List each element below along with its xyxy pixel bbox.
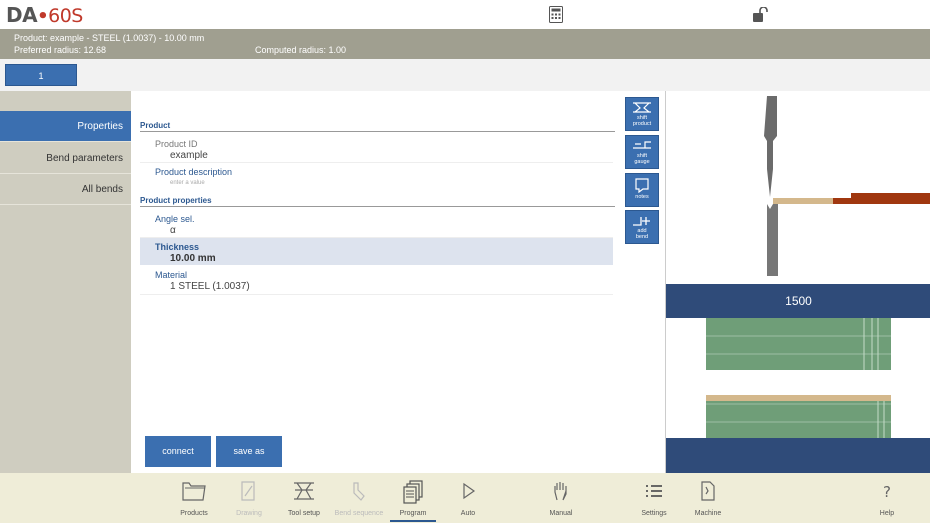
nav-machine[interactable]: Machine bbox=[678, 473, 738, 523]
computed-radius: Computed radius: 1.00 bbox=[255, 45, 347, 55]
nav-bend-sequence-label: Bend sequence bbox=[334, 510, 384, 517]
product-id-label: Product ID bbox=[155, 139, 198, 149]
nav-tool-setup[interactable]: Tool setup bbox=[274, 473, 334, 523]
svg-text:?: ? bbox=[883, 483, 891, 501]
nav-manual-label: Manual bbox=[549, 510, 573, 517]
bend-tab-row: 1 bbox=[0, 59, 930, 91]
connect-button[interactable]: connect bbox=[145, 436, 211, 467]
nav-drawing[interactable]: Drawing bbox=[219, 473, 279, 523]
preferred-radius: Preferred radius: 12.68 bbox=[14, 45, 107, 55]
unlock-icon[interactable] bbox=[752, 6, 770, 23]
lower-tool-top-view bbox=[706, 401, 891, 439]
notes-label: notes bbox=[635, 194, 649, 200]
nav-bend-sequence[interactable]: Bend sequence bbox=[329, 473, 389, 523]
shift-gauge-label-2: gauge bbox=[634, 159, 650, 165]
section-product-properties: Product properties bbox=[140, 196, 615, 207]
shift-product-label-2: product bbox=[632, 121, 652, 127]
tool-setup-icon bbox=[294, 482, 314, 500]
sheet-top-view bbox=[706, 395, 891, 401]
machine-icon bbox=[701, 481, 715, 501]
nav-program[interactable]: Program bbox=[383, 473, 443, 523]
nav-drawing-label: Drawing bbox=[236, 510, 262, 517]
top-bar: DA•60S bbox=[0, 0, 930, 29]
side-view-drawing bbox=[764, 96, 930, 276]
dimension-bar: 1500 bbox=[666, 284, 930, 318]
properties-panel: Product Product ID example Product descr… bbox=[131, 91, 665, 473]
shift-gauge-icon bbox=[633, 141, 651, 149]
die-tool bbox=[767, 204, 778, 276]
back-gauge-finger bbox=[833, 193, 930, 204]
upper-tool-top-view bbox=[706, 318, 891, 370]
product-description-label: Product description bbox=[155, 167, 233, 177]
program-icon bbox=[403, 480, 423, 504]
save-as-button[interactable]: save as bbox=[216, 436, 282, 467]
shift-product-button[interactable]: shift product bbox=[625, 97, 659, 131]
shift-product-icon bbox=[633, 102, 651, 113]
material-label: Material bbox=[155, 270, 188, 280]
notes-button[interactable]: notes bbox=[625, 173, 659, 207]
material-value: 1 STEEL (1.0037) bbox=[170, 281, 250, 292]
bottom-nav: Products Drawing Tool setup Bend sequenc… bbox=[0, 473, 930, 523]
product-description-field[interactable]: Product description enter a value bbox=[140, 163, 613, 190]
table-bar bbox=[666, 438, 930, 473]
product-summary: Product: example - STEEL (1.0037) - 10.0… bbox=[14, 33, 205, 43]
help-icon: ? bbox=[883, 483, 891, 501]
shift-gauge-button[interactable]: shift gauge bbox=[625, 135, 659, 169]
logo-brand: DA bbox=[6, 3, 38, 27]
nav-help-label: Help bbox=[879, 510, 895, 517]
angle-sel-field[interactable]: Angle sel. α bbox=[140, 210, 613, 237]
nav-auto-label: Auto bbox=[460, 510, 476, 517]
nav-auto[interactable]: Auto bbox=[438, 473, 498, 523]
sidebar-item-all-bends[interactable]: All bends bbox=[0, 174, 131, 205]
logo-model: 60S bbox=[48, 5, 83, 27]
add-bend-label-2: bend bbox=[635, 234, 649, 240]
sidebar: Properties Bend parameters All bends bbox=[0, 91, 131, 473]
nav-machine-label: Machine bbox=[694, 510, 722, 517]
nav-manual[interactable]: Manual bbox=[531, 473, 591, 523]
product-description-placeholder: enter a value bbox=[170, 180, 205, 186]
sidebar-item-properties[interactable]: Properties bbox=[0, 111, 131, 142]
sidebar-item-bend-parameters[interactable]: Bend parameters bbox=[0, 143, 131, 174]
list-icon bbox=[646, 485, 662, 497]
nav-products-label: Products bbox=[180, 510, 208, 517]
nav-tool-setup-label: Tool setup bbox=[288, 510, 320, 517]
bend-sequence-icon bbox=[353, 482, 365, 501]
logo-dot: • bbox=[37, 6, 49, 27]
bend-preview-panel: 1500 bbox=[665, 91, 930, 473]
material-field[interactable]: Material 1 STEEL (1.0037) bbox=[140, 266, 613, 293]
nav-products[interactable]: Products bbox=[164, 473, 224, 523]
pencil-icon bbox=[241, 481, 255, 501]
angle-sel-label: Angle sel. bbox=[155, 214, 195, 224]
angle-sel-value: α bbox=[170, 225, 176, 236]
bend-tab-1[interactable]: 1 bbox=[5, 64, 77, 86]
nav-program-label: Program bbox=[399, 510, 427, 517]
nav-help[interactable]: ? Help bbox=[857, 473, 917, 523]
thickness-label: Thickness bbox=[155, 242, 200, 252]
folder-icon bbox=[182, 482, 206, 501]
punch-tool bbox=[764, 96, 777, 197]
product-id-value: example bbox=[170, 150, 208, 161]
product-info-bar: Product: example - STEEL (1.0037) - 10.0… bbox=[0, 29, 930, 59]
thickness-field[interactable]: Thickness 10.00 mm bbox=[140, 238, 613, 265]
product-id-field[interactable]: Product ID example bbox=[140, 135, 613, 162]
nav-settings-label: Settings bbox=[641, 510, 667, 517]
top-view-drawing bbox=[666, 318, 930, 473]
notes-icon bbox=[635, 178, 649, 193]
calculator-icon[interactable] bbox=[549, 6, 563, 23]
nav-settings[interactable]: Settings bbox=[624, 473, 684, 523]
section-product: Product bbox=[140, 121, 615, 132]
active-nav-indicator bbox=[390, 520, 436, 522]
thickness-value: 10.00 mm bbox=[170, 253, 216, 264]
add-bend-button[interactable]: add bend bbox=[625, 210, 659, 244]
app-logo: DA•60S bbox=[6, 3, 83, 27]
dimension-value: 1500 bbox=[785, 294, 812, 308]
hand-icon bbox=[554, 482, 567, 501]
add-bend-icon bbox=[633, 217, 650, 226]
divider bbox=[140, 294, 613, 295]
play-icon bbox=[463, 482, 476, 500]
sheet-segment bbox=[773, 198, 833, 204]
